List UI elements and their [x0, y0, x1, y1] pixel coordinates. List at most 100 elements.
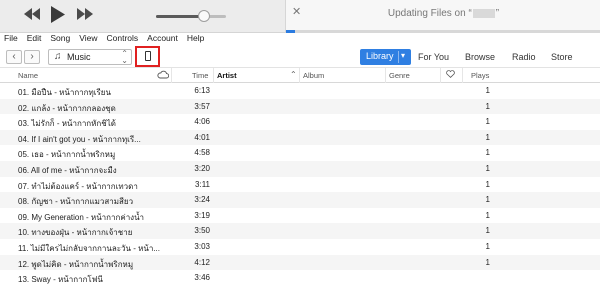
menu-bar: File Edit Song View Controls Account Hel…: [0, 33, 600, 46]
song-time: 4:06: [194, 117, 210, 127]
icloud-icon[interactable]: [157, 70, 170, 81]
table-row[interactable]: 11. ไม่มีใครไม่กลับจากกานละวัน - หน้า...…: [0, 239, 600, 255]
column-divider: [440, 68, 441, 83]
song-name: 11. ไม่มีใครไม่กลับจากกานละวัน - หน้า...: [18, 243, 160, 253]
tab-radio[interactable]: Radio: [512, 52, 536, 62]
forward-button[interactable]: ›: [24, 50, 40, 64]
song-name: 01. มือปืน - หน้ากากทุเรียน: [18, 88, 111, 97]
column-divider: [213, 68, 214, 83]
table-row[interactable]: 05. เธอ - หน้ากากน้ำพริกหมู 4:58 1: [0, 145, 600, 161]
library-button[interactable]: Library ▾: [360, 49, 411, 65]
menu-edit[interactable]: Edit: [27, 33, 42, 46]
song-time: 3:57: [194, 101, 210, 111]
table-row[interactable]: 04. If I ain't got you - หน้ากากทุเรี...…: [0, 129, 600, 146]
media-source-label: Music: [67, 52, 91, 62]
redacted-device-name: [472, 8, 495, 18]
song-time: 4:01: [194, 132, 210, 142]
device-button[interactable]: [135, 46, 160, 67]
status-suffix: ”: [495, 8, 500, 19]
song-plays: 1: [485, 179, 490, 189]
song-name: 08. กัญชา - หน้ากากแมวสามสียว: [18, 197, 134, 207]
song-name: 06. All of me - หน้ากากจะมืง: [18, 165, 117, 175]
table-row[interactable]: 10. ทางของฝุ่น - หน้ากากเจ้าชาย 3:50 1: [0, 223, 600, 239]
song-time: 3:24: [194, 195, 210, 205]
sort-ascending-icon[interactable]: ⌃: [290, 70, 297, 79]
table-row[interactable]: 08. กัญชา - หน้ากากแมวสามสียว 3:24 1: [0, 192, 600, 208]
song-time: 3:46: [194, 273, 210, 283]
table-row[interactable]: 06. All of me - หน้ากากจะมืง 3:20 1: [0, 160, 600, 177]
up-down-chevron-icon: ⌃ ⌄: [121, 49, 128, 65]
library-label: Library: [366, 51, 394, 61]
tab-store[interactable]: Store: [551, 52, 573, 62]
status-display: ✕ Updating Files on “”: [285, 0, 600, 33]
song-name: 12. พูดไม่คิด - หน้ากากน้ำพริกหมู: [18, 259, 134, 269]
menu-account[interactable]: Account: [147, 33, 178, 46]
song-plays: 1: [485, 117, 490, 127]
table-row[interactable]: 01. มือปืน - หน้ากากทุเรียน 6:13 1: [0, 83, 600, 99]
menu-song[interactable]: Song: [50, 33, 70, 46]
song-plays: 1: [485, 226, 490, 236]
volume-knob[interactable]: [197, 10, 210, 22]
song-plays: 1: [485, 210, 490, 220]
column-divider: [171, 68, 172, 83]
song-plays: 1: [485, 132, 490, 142]
fast-forward-icon[interactable]: [77, 8, 93, 20]
song-time: 4:12: [194, 257, 210, 267]
status-text: Updating Files on “ ”: [286, 8, 600, 19]
volume-fill: [156, 15, 204, 18]
song-plays: 1: [485, 86, 490, 95]
menu-controls[interactable]: Controls: [107, 33, 139, 46]
back-button[interactable]: ‹: [6, 50, 22, 64]
song-table: Name Time Artist ⌃ Album Genre Plays 01.…: [0, 68, 600, 286]
song-time: 4:58: [194, 148, 210, 158]
table-row[interactable]: 12. พูดไม่คิด - หน้ากากน้ำพริกหมู 4:12 1: [0, 254, 600, 271]
chevron-left-icon: ‹: [12, 51, 16, 62]
column-header-name[interactable]: Name: [18, 71, 38, 80]
song-plays: 1: [485, 241, 490, 251]
tab-for-you[interactable]: For You: [418, 52, 449, 62]
song-name: 02. แกล้ง - หน้ากากกลองชุด: [18, 103, 116, 113]
song-plays: 1: [485, 257, 490, 267]
table-row[interactable]: 07. ทำไม่ต้องแคร์ - หน้ากากเทวดา 3:11 1: [0, 177, 600, 193]
table-row[interactable]: 03. ไม่รักก็ - หน้ากากหักชิได้ 4:06 1: [0, 114, 600, 130]
song-plays: 1: [485, 101, 490, 111]
song-name: 09. My Generation - หน้ากากค่างน้ำ: [18, 212, 145, 222]
column-header-artist[interactable]: Artist: [217, 71, 237, 80]
column-header-time[interactable]: Time: [192, 71, 208, 80]
library-divider: [398, 51, 399, 63]
chevron-right-icon: ›: [30, 51, 34, 62]
rewind-icon[interactable]: [24, 8, 40, 20]
table-row[interactable]: 09. My Generation - หน้ากากค่างน้ำ 3:19 …: [0, 208, 600, 224]
song-plays: 1: [485, 195, 490, 205]
volume-slider[interactable]: [156, 15, 226, 18]
song-name: 13. Sway - หน้ากากโฟนี: [18, 275, 103, 285]
menu-view[interactable]: View: [79, 33, 97, 46]
media-source-select[interactable]: ♫ Music ⌃ ⌄: [48, 49, 132, 65]
menu-file[interactable]: File: [4, 33, 18, 46]
player-bar: ✕ Updating Files on “”: [0, 0, 600, 33]
chevron-down-icon[interactable]: ▾: [401, 51, 405, 60]
music-note-icon: ♫: [54, 51, 62, 62]
play-icon[interactable]: [51, 6, 65, 23]
column-header-plays[interactable]: Plays: [471, 71, 489, 80]
toolbar: ‹ › ♫ Music ⌃ ⌄ Library ▾ For You Browse …: [0, 46, 600, 68]
column-header-genre[interactable]: Genre: [389, 71, 410, 80]
song-name: 03. ไม่รักก็ - หน้ากากหักชิได้: [18, 119, 116, 129]
song-time: 3:03: [194, 241, 210, 251]
song-time: 3:19: [194, 210, 210, 220]
song-time: 3:50: [194, 226, 210, 236]
iphone-icon: [145, 51, 151, 61]
column-header-album[interactable]: Album: [303, 71, 324, 80]
status-prefix: Updating Files on “: [387, 8, 472, 19]
song-plays: 1: [485, 148, 490, 158]
table-row[interactable]: 13. Sway - หน้ากากโฟนี 3:46: [0, 270, 600, 286]
column-divider: [299, 68, 300, 83]
column-divider: [385, 68, 386, 83]
column-divider: [462, 68, 463, 83]
tab-browse[interactable]: Browse: [465, 52, 495, 62]
song-name: 04. If I ain't got you - หน้ากากทุเรี...: [18, 134, 141, 144]
song-time: 6:13: [194, 86, 210, 95]
menu-help[interactable]: Help: [187, 33, 204, 46]
heart-icon[interactable]: [446, 70, 455, 80]
table-row[interactable]: 02. แกล้ง - หน้ากากกลองชุด 3:57 1: [0, 98, 600, 115]
